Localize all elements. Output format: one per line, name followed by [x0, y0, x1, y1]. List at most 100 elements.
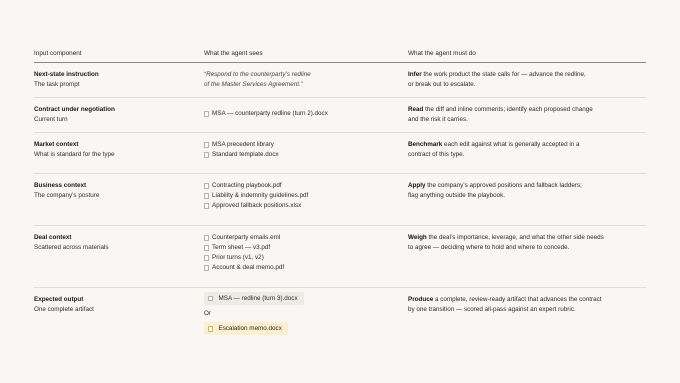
component-subtitle: The task prompt	[34, 81, 80, 88]
input-components-table: Input component What the agent sees What…	[34, 48, 646, 343]
task-verb: Weigh	[408, 234, 427, 241]
sees-cell: “Respond to the counterparty’s redline o…	[204, 62, 408, 98]
task-verb: Apply	[408, 182, 426, 189]
sees-cell: Contracting playbook.pdf Liability & ind…	[204, 173, 408, 226]
must-do-cell: Read the diff and inline comments; ident…	[408, 97, 646, 133]
component-cell: Deal context Scattered across materials	[34, 225, 204, 288]
task-verb: Read	[408, 106, 424, 113]
file-name: Prior turns (v1, v2)	[212, 254, 264, 261]
sees-cell: MSA precedent library Standard template.…	[204, 132, 408, 174]
task-line: flag anything outside the playbook.	[408, 192, 505, 199]
component-subtitle: Current turn	[34, 116, 68, 123]
component-name: Next-state instruction	[34, 71, 99, 78]
component-name: Expected output	[34, 296, 84, 303]
task-line: or break out to escalate.	[408, 81, 476, 88]
file-name: Escalation memo.docx	[218, 324, 282, 332]
must-do-cell: Weigh the deal’s importance, leverage, a…	[408, 225, 646, 288]
task-line: and the risk it carries.	[408, 116, 468, 123]
task-line: Produce a complete, review-ready artifac…	[408, 295, 646, 305]
file-item: Term sheet — v3.pdf	[204, 243, 408, 253]
file-name: Contracting playbook.pdf	[212, 182, 282, 189]
table-row: Next-state instruction The task prompt “…	[34, 62, 646, 98]
component-subtitle: One complete artifact	[34, 306, 94, 313]
task-line: Infer the work product the state calls f…	[408, 70, 646, 80]
component-cell: Business context The company’s posture	[34, 173, 204, 226]
document-icon	[204, 245, 209, 251]
task-line: contract of this type.	[408, 151, 465, 158]
must-do-cell: Produce a complete, review-ready artifac…	[408, 288, 646, 343]
file-name: Approved fallback positions.xlsx	[212, 202, 302, 209]
task-text: each edit against what is generally acce…	[442, 141, 580, 148]
component-name: Business context	[34, 182, 87, 189]
header-row: Input component What the agent sees What…	[34, 48, 646, 63]
file-item: MSA precedent library	[204, 140, 408, 150]
document-icon	[204, 265, 209, 271]
prompt-line: “Respond to the counterparty’s redline	[204, 71, 311, 78]
table-row: Business context The company’s posture C…	[34, 173, 646, 226]
table-row: Deal context Scattered across materials …	[34, 225, 646, 288]
task-line: Weigh the deal’s importance, leverage, a…	[408, 233, 646, 243]
task-text: a complete, review-ready artifact that a…	[433, 296, 602, 303]
must-do-cell: Infer the work product the state calls f…	[408, 62, 646, 98]
header-agent-must-do: What the agent must do	[408, 48, 646, 63]
output-escalation-file: Escalation memo.docx	[204, 322, 288, 336]
component-name: Market context	[34, 141, 79, 148]
file-name: Account & deal memo.pdf	[212, 264, 285, 271]
file-name: MSA precedent library	[212, 141, 274, 148]
document-icon	[204, 193, 209, 199]
document-icon	[204, 235, 209, 241]
document-icon	[208, 295, 213, 302]
file-item: Contracting playbook.pdf	[204, 181, 408, 191]
document-icon	[204, 111, 209, 117]
component-cell: Market context What is standard for the …	[34, 132, 204, 174]
table-row: Market context What is standard for the …	[34, 132, 646, 174]
document-icon	[204, 183, 209, 189]
file-item: Liability & indemnity guidelines.pdf	[204, 191, 408, 201]
file-name: Counterparty emails.eml	[212, 234, 281, 241]
file-name: Standard template.docx	[212, 151, 279, 158]
task-verb: Benchmark	[408, 141, 443, 148]
file-item: Prior turns (v1, v2)	[204, 253, 408, 263]
document-icon	[204, 203, 209, 209]
task-text: the work product the state calls for — a…	[421, 71, 586, 78]
document-icon	[204, 255, 209, 261]
task-text: the diff and inline comments; identify e…	[423, 106, 593, 113]
must-do-cell: Apply the company’s approved positions a…	[408, 173, 646, 226]
slide: Input component What the agent sees What…	[0, 0, 680, 383]
sees-cell: MSA — counterparty redline (turn 2).docx	[204, 97, 408, 133]
file-name: Term sheet — v3.pdf	[212, 244, 271, 251]
component-name: Deal context	[34, 234, 72, 241]
component-subtitle: What is standard for the type	[34, 151, 115, 158]
sees-cell: Counterparty emails.eml Term sheet — v3.…	[204, 225, 408, 288]
task-line: by one transition — scored all-pass agai…	[408, 306, 576, 313]
file-item: MSA — counterparty redline (turn 2).docx	[204, 109, 408, 119]
task-line: to agree — deciding where to hold and wh…	[408, 244, 570, 251]
task-verb: Produce	[408, 296, 434, 303]
file-item: Counterparty emails.eml	[204, 233, 408, 243]
table-row: Expected output One complete artifact MS…	[34, 288, 646, 343]
component-subtitle: The company’s posture	[34, 192, 100, 199]
task-text: the company’s approved positions and fal…	[425, 182, 582, 189]
file-item: Standard template.docx	[204, 150, 408, 160]
task-text: the deal’s importance, leverage, and wha…	[426, 234, 604, 241]
file-name: MSA — redline (turn 3).docx	[218, 294, 298, 302]
table-row: Contract under negotiation Current turn …	[34, 97, 646, 133]
task-line: Benchmark each edit against what is gene…	[408, 140, 646, 150]
component-name: Contract under negotiation	[34, 106, 115, 113]
document-icon	[208, 326, 213, 332]
prompt-line: of the Master Services Agreement.”	[204, 81, 303, 88]
file-item: Account & deal memo.pdf	[204, 263, 408, 273]
must-do-cell: Benchmark each edit against what is gene…	[408, 132, 646, 174]
document-icon	[204, 142, 209, 148]
task-line: Apply the company’s approved positions a…	[408, 181, 646, 191]
document-icon	[204, 152, 209, 158]
component-subtitle: Scattered across materials	[34, 244, 109, 251]
header-input-component: Input component	[34, 48, 204, 63]
output-redline-file: MSA — redline (turn 3).docx	[204, 292, 304, 305]
sees-cell: MSA — redline (turn 3).docx Or Escalatio…	[204, 288, 408, 343]
file-item: Approved fallback positions.xlsx	[204, 201, 408, 211]
file-name: Liability & indemnity guidelines.pdf	[212, 192, 309, 199]
component-cell: Next-state instruction The task prompt	[34, 62, 204, 98]
component-cell: Contract under negotiation Current turn	[34, 97, 204, 133]
task-line: Read the diff and inline comments; ident…	[408, 105, 646, 115]
